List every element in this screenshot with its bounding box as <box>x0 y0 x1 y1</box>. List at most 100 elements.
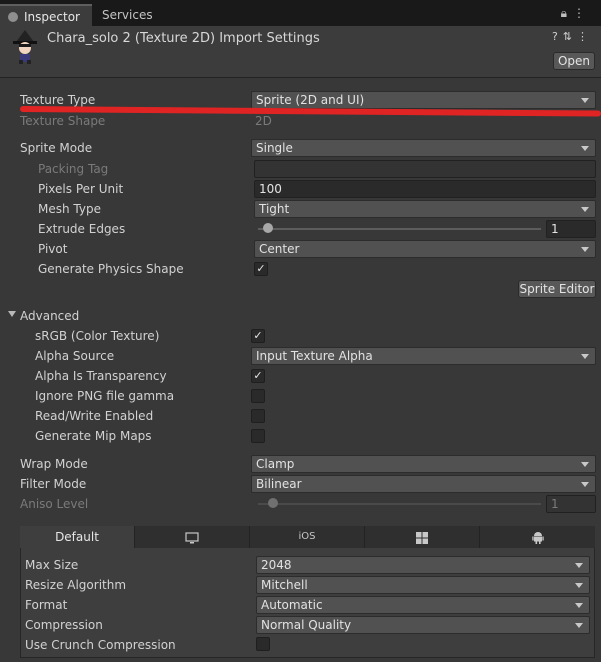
mesh-type-value: Tight <box>259 202 290 216</box>
tab-inspector-label: Inspector <box>24 10 80 24</box>
preset-icon[interactable]: ⇅ <box>563 30 577 43</box>
pixels-per-unit-field[interactable]: 100 <box>254 180 596 198</box>
extrude-edges-slider-knob[interactable] <box>263 223 273 233</box>
alpha-transparency-label: Alpha Is Transparency <box>35 369 167 383</box>
resize-algorithm-label: Resize Algorithm <box>25 578 127 592</box>
tab-services[interactable]: Services <box>102 8 153 22</box>
sprite-mode-value: Single <box>256 141 293 155</box>
filter-mode-dropdown[interactable]: Bilinear <box>251 475 596 493</box>
max-size-dropdown[interactable]: 2048 <box>256 556 590 574</box>
platform-tab-ios[interactable]: iOS <box>250 526 365 548</box>
header-icons: ?⇅⋮ <box>552 30 593 43</box>
platform-tab-windows[interactable] <box>365 526 480 548</box>
pixels-per-unit-label: Pixels Per Unit <box>38 182 124 196</box>
open-button[interactable]: Open <box>553 52 595 70</box>
extrude-edges-label: Extrude Edges <box>38 222 126 236</box>
windows-icon <box>416 531 428 544</box>
pivot-label: Pivot <box>38 242 68 256</box>
texture-type-value: Sprite (2D and UI) <box>256 93 365 107</box>
read-write-label: Read/Write Enabled <box>35 409 154 423</box>
chevron-down-icon <box>581 146 589 151</box>
chevron-down-icon <box>575 603 583 608</box>
generate-physics-shape-label: Generate Physics Shape <box>38 262 184 276</box>
format-dropdown[interactable]: Automatic <box>256 596 590 614</box>
chevron-down-icon <box>581 247 589 252</box>
texture-shape-label: Texture Shape <box>20 114 106 128</box>
packing-tag-label: Packing Tag <box>38 162 109 176</box>
mesh-type-label: Mesh Type <box>38 202 101 216</box>
wrap-mode-label: Wrap Mode <box>20 457 88 471</box>
chevron-down-icon <box>581 354 589 359</box>
info-icon <box>8 12 18 22</box>
alpha-source-label: Alpha Source <box>35 349 115 363</box>
alpha-source-value: Input Texture Alpha <box>256 349 373 363</box>
crunch-compression-label: Use Crunch Compression <box>25 638 176 652</box>
inspector-header: Chara_solo 2 (Texture 2D) Import Setting… <box>0 26 601 78</box>
pivot-dropdown[interactable]: Center <box>254 240 596 258</box>
resize-algorithm-dropdown[interactable]: Mitchell <box>256 576 590 594</box>
texture-type-label: Texture Type <box>20 93 96 107</box>
aniso-level-field[interactable]: 1 <box>546 495 596 513</box>
format-label: Format <box>25 598 68 612</box>
extrude-edges-slider-track[interactable] <box>258 228 541 230</box>
texture-type-dropdown[interactable]: Sprite (2D and UI) <box>251 91 596 109</box>
platform-tab-default[interactable]: Default <box>20 526 135 548</box>
page-title: Chara_solo 2 (Texture 2D) Import Setting… <box>47 31 320 46</box>
chevron-down-icon <box>575 623 583 628</box>
platform-tab-ios-label: iOS <box>298 531 316 542</box>
alpha-transparency-checkbox[interactable]: ✓ <box>251 369 265 383</box>
tab-inspector[interactable]: Inspector <box>0 4 92 26</box>
platform-tab-standalone[interactable] <box>135 526 250 548</box>
more-icon[interactable]: ⋮ <box>577 30 593 43</box>
chevron-down-icon <box>575 563 583 568</box>
wrap-mode-dropdown[interactable]: Clamp <box>251 455 596 473</box>
alpha-source-dropdown[interactable]: Input Texture Alpha <box>251 347 596 365</box>
lock-icon[interactable]: 🔒︎ <box>561 6 573 20</box>
resize-algorithm-value: Mitchell <box>261 578 308 592</box>
mip-maps-label: Generate Mip Maps <box>35 429 152 443</box>
advanced-foldout[interactable]: Advanced <box>20 309 79 323</box>
foldout-arrow-icon[interactable] <box>8 311 16 317</box>
generate-physics-shape-checkbox[interactable]: ✓ <box>254 262 268 276</box>
srgb-label: sRGB (Color Texture) <box>35 329 160 343</box>
sprite-mode-label: Sprite Mode <box>20 141 93 155</box>
packing-tag-field[interactable] <box>254 160 596 178</box>
aniso-level-label: Aniso Level <box>20 497 89 511</box>
filter-mode-value: Bilinear <box>256 477 302 491</box>
format-value: Automatic <box>261 598 323 612</box>
sprite-editor-button[interactable]: Sprite Editor <box>518 280 596 298</box>
max-size-value: 2048 <box>261 558 292 572</box>
sprite-avatar <box>13 30 37 64</box>
chevron-down-icon <box>581 98 589 103</box>
extrude-edges-field[interactable]: 1 <box>546 220 596 238</box>
platform-tabs: Default iOS <box>20 526 595 548</box>
pivot-value: Center <box>259 242 300 256</box>
ignore-png-gamma-checkbox[interactable] <box>251 389 265 403</box>
help-icon[interactable]: ? <box>552 30 563 43</box>
max-size-label: Max Size <box>25 558 79 572</box>
sprite-mode-dropdown[interactable]: Single <box>251 139 596 157</box>
crunch-compression-checkbox[interactable] <box>256 637 270 651</box>
aniso-level-slider-knob[interactable] <box>268 498 278 508</box>
texture-shape-value: 2D <box>255 114 272 128</box>
wrap-mode-value: Clamp <box>256 457 295 471</box>
compression-value: Normal Quality <box>261 618 352 632</box>
platform-tab-android[interactable] <box>480 526 595 548</box>
mesh-type-dropdown[interactable]: Tight <box>254 200 596 218</box>
platform-tab-default-label: Default <box>55 530 99 544</box>
window-controls: 🔒︎⋮ <box>561 6 591 21</box>
srgb-checkbox[interactable]: ✓ <box>251 329 265 343</box>
ignore-png-gamma-label: Ignore PNG file gamma <box>35 389 175 403</box>
mip-maps-checkbox[interactable] <box>251 429 265 443</box>
monitor-icon <box>185 531 199 543</box>
compression-label: Compression <box>25 618 103 632</box>
aniso-level-slider-track[interactable] <box>258 503 541 505</box>
filter-mode-label: Filter Mode <box>20 477 87 491</box>
read-write-checkbox[interactable] <box>251 409 265 423</box>
chevron-down-icon <box>581 462 589 467</box>
chevron-down-icon <box>575 583 583 588</box>
compression-dropdown[interactable]: Normal Quality <box>256 616 590 634</box>
menu-icon[interactable]: ⋮ <box>573 6 591 20</box>
chevron-down-icon <box>581 207 589 212</box>
chevron-down-icon <box>581 482 589 487</box>
